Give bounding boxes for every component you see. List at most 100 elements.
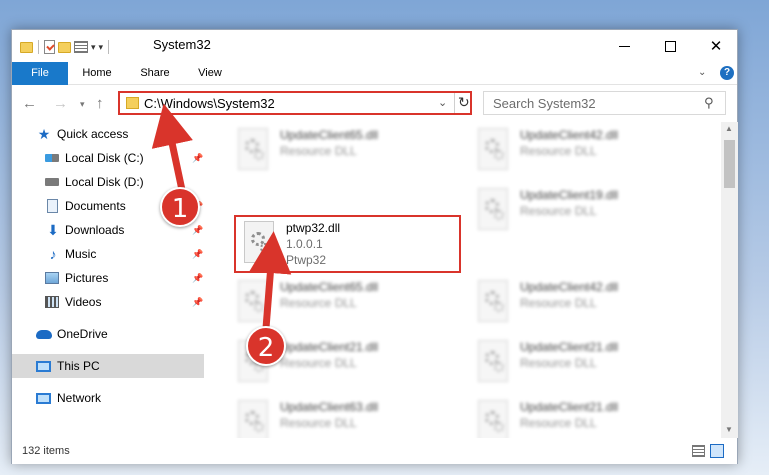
sidebar-item-label: Documents <box>65 199 126 213</box>
file-item[interactable]: UpdateClient65.dll Resource DLL <box>236 278 456 328</box>
close-button[interactable]: ✕ <box>693 30 739 62</box>
file-name: UpdateClient21.dll <box>520 340 619 354</box>
item-count: 132 items <box>22 445 70 457</box>
chevron-down-icon[interactable]: ▾ <box>91 42 96 53</box>
file-list: UpdateClient65.dll Resource DLL UpdateCl… <box>216 122 721 438</box>
disk-icon <box>45 178 59 186</box>
back-arrow-icon[interactable]: ← <box>22 95 37 112</box>
address-path[interactable]: C:\Windows\System32 <box>144 96 275 111</box>
step-1-badge: 1 <box>160 187 200 227</box>
divider <box>38 40 39 54</box>
dll-file-icon <box>236 128 270 170</box>
music-icon: ♪ <box>49 246 57 262</box>
pin-icon[interactable]: 📌 <box>192 249 203 260</box>
sidebar-item-label: Quick access <box>57 127 129 141</box>
ribbon: File Home Share View ⌄ ? <box>12 62 737 85</box>
pin-icon[interactable]: 📌 <box>192 297 203 308</box>
properties-icon[interactable] <box>44 40 55 54</box>
details-view-icon[interactable] <box>692 445 705 457</box>
search-input[interactable]: Search System32 ⚲ <box>483 91 726 115</box>
search-placeholder: Search System32 <box>493 96 596 111</box>
status-bar: 132 items <box>12 440 737 464</box>
tab-share[interactable]: Share <box>132 62 178 85</box>
sidebar-item-this-pc[interactable]: This PC <box>12 354 204 378</box>
file-name: UpdateClient19.dll <box>520 188 619 202</box>
file-type: Resource DLL <box>280 144 357 158</box>
window-title: System32 <box>153 37 211 52</box>
quick-access-toolbar: ▾ ▾ <box>20 38 111 56</box>
address-bar[interactable]: C:\Windows\System32 ⌄ ↻ <box>118 91 472 115</box>
disk-icon <box>45 154 59 162</box>
step-2-badge: 2 <box>246 326 286 366</box>
forward-arrow-icon[interactable]: → <box>53 95 68 112</box>
videos-icon <box>45 296 59 308</box>
sidebar-item-videos[interactable]: Videos 📌 <box>12 290 204 314</box>
folder-icon <box>126 97 139 109</box>
file-item[interactable]: UpdateClient42.dll Resource DLL <box>476 278 696 328</box>
maximize-icon <box>664 40 676 52</box>
file-item[interactable]: UpdateClient63.dll Resource DLL <box>236 398 456 438</box>
tab-view[interactable]: View <box>188 62 232 85</box>
chevron-down-icon[interactable]: ⌄ <box>438 96 447 109</box>
sidebar-item-label: Network <box>57 391 102 405</box>
search-icon: ⚲ <box>704 95 714 110</box>
cloud-icon <box>36 329 52 339</box>
customize-toolbar-icon[interactable]: ▾ <box>99 42 104 53</box>
file-name: UpdateClient63.dll <box>280 400 379 414</box>
file-item[interactable]: UpdateClient65.dll Resource DLL <box>236 126 456 176</box>
highlight-box <box>234 215 461 273</box>
scroll-down-icon[interactable]: ▼ <box>725 425 733 434</box>
maximize-button[interactable] <box>647 30 693 62</box>
large-icons-view-icon[interactable] <box>710 444 724 458</box>
up-arrow-icon[interactable]: ↑ <box>96 95 104 112</box>
scroll-up-icon[interactable]: ▲ <box>725 124 733 133</box>
sidebar-item-label: Pictures <box>65 271 109 285</box>
pin-icon[interactable]: 📌 <box>192 153 203 164</box>
sidebar-item-onedrive[interactable]: OneDrive <box>12 322 204 346</box>
sidebar-item-network[interactable]: Network <box>12 386 204 410</box>
file-type: Resource DLL <box>280 296 357 310</box>
help-icon[interactable]: ? <box>720 66 734 80</box>
dll-file-icon <box>476 340 510 382</box>
network-icon <box>36 392 51 404</box>
expand-ribbon-icon[interactable]: ⌄ <box>698 67 706 78</box>
file-item[interactable]: UpdateClient42.dll Resource DLL <box>476 126 696 176</box>
pictures-icon <box>45 272 59 284</box>
file-item[interactable]: UpdateClient19.dll Resource DLL <box>476 186 696 236</box>
dll-file-icon <box>476 128 510 170</box>
file-name: UpdateClient65.dll <box>280 128 379 142</box>
file-type: Resource DLL <box>520 296 597 310</box>
dll-file-icon <box>476 280 510 322</box>
pin-icon[interactable]: 📌 <box>192 273 203 284</box>
navigation-bar: ← → ▾ ↑ C:\Windows\System32 ⌄ ↻ Search S… <box>12 86 737 122</box>
sidebar-item-quick-access[interactable]: ★ Quick access <box>12 122 204 146</box>
sidebar-item-label: This PC <box>57 359 100 373</box>
file-name: UpdateClient21.dll <box>280 340 379 354</box>
view-options-icon[interactable] <box>74 41 88 53</box>
title-bar: ▾ ▾ System32 ✕ <box>12 30 737 62</box>
sidebar-item-local-disk-c[interactable]: Local Disk (C:) 📌 <box>12 146 204 170</box>
tab-home[interactable]: Home <box>74 62 120 85</box>
sidebar-item-music[interactable]: ♪ Music 📌 <box>12 242 204 266</box>
refresh-icon[interactable]: ↻ <box>458 94 470 111</box>
file-type: Resource DLL <box>280 416 357 430</box>
documents-icon <box>47 199 58 213</box>
downloads-icon: ⬇ <box>47 221 59 238</box>
tab-file[interactable]: File <box>12 62 68 85</box>
minimize-icon <box>618 45 630 47</box>
sidebar-item-label: OneDrive <box>57 327 108 341</box>
sidebar-item-label: Local Disk (C:) <box>65 151 144 165</box>
file-name: UpdateClient42.dll <box>520 280 619 294</box>
vertical-scrollbar[interactable]: ▲ ▼ <box>721 122 738 438</box>
file-item[interactable]: UpdateClient21.dll Resource DLL <box>476 398 696 438</box>
recent-locations-chevron-icon[interactable]: ▾ <box>80 99 85 110</box>
sidebar-item-pictures[interactable]: Pictures 📌 <box>12 266 204 290</box>
minimize-button[interactable] <box>601 30 647 62</box>
file-explorer-window: ▾ ▾ System32 ✕ File Home Share View ⌄ ? … <box>11 29 738 464</box>
file-item[interactable]: UpdateClient21.dll Resource DLL <box>476 338 696 388</box>
navigation-pane: ★ Quick access Local Disk (C:) 📌 Local D… <box>12 122 204 438</box>
scroll-thumb[interactable] <box>724 140 735 188</box>
sidebar-item-label: Local Disk (D:) <box>65 175 144 189</box>
pin-icon[interactable]: 📌 <box>192 225 203 236</box>
new-folder-icon[interactable] <box>58 41 71 53</box>
